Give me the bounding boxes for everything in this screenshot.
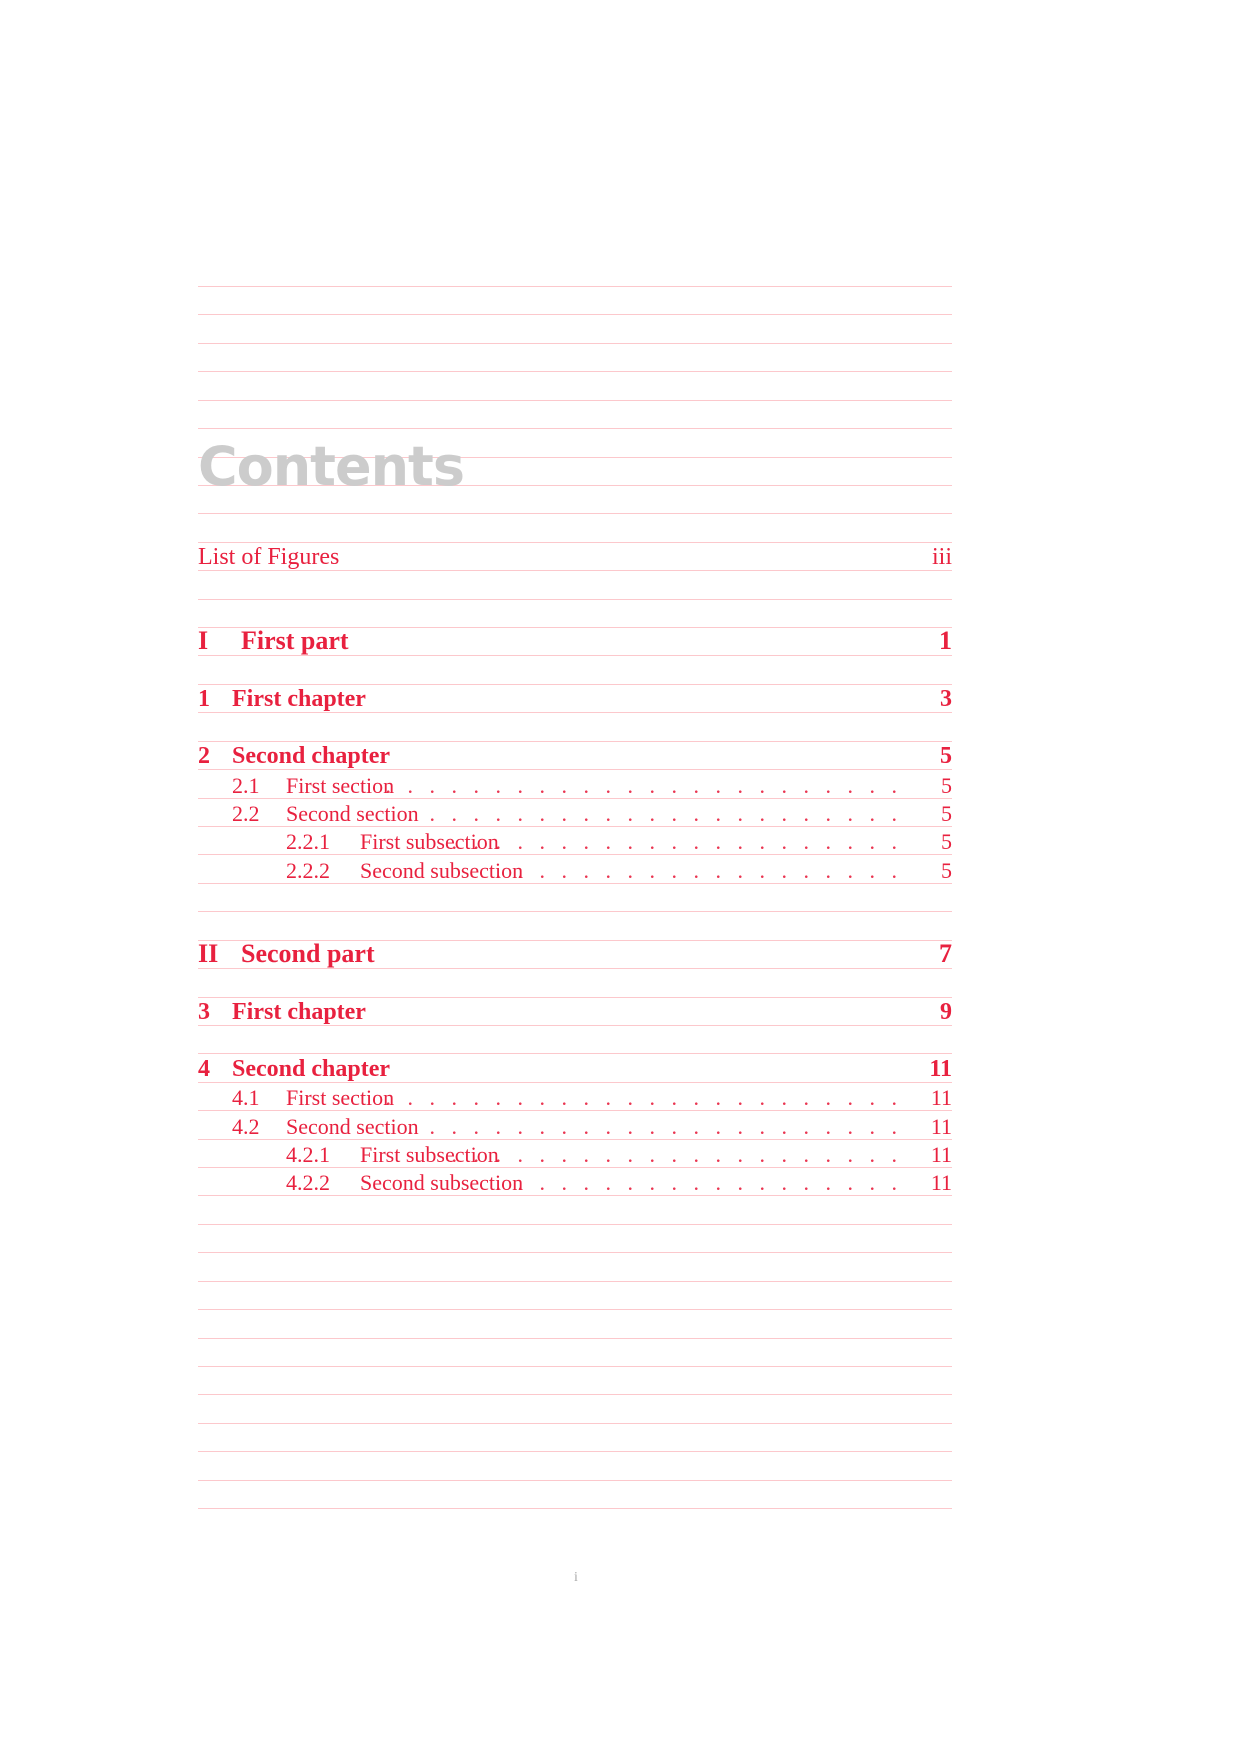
entry-title: First chapter [232,998,366,1025]
rule-line [198,1024,952,1026]
entry-page: 11 [930,1170,952,1196]
page-number: i [574,1570,578,1585]
entry-page: 5 [941,829,952,855]
rule-line [198,1451,952,1453]
entry-number: 2.2.2 [286,857,330,883]
entry-number: 1 [198,686,210,713]
entry-title: Second section [286,800,419,826]
entry-title: List of Figures [198,544,340,571]
rule-line [198,342,952,344]
rule-line [198,570,952,572]
entry-page: 5 [940,743,952,770]
rule-line [198,1223,952,1225]
entry-number: I [198,626,209,656]
rule-line [198,314,952,316]
rule-line [198,1195,952,1197]
toc-entry-section[interactable]: 4.1 First section. . . . . . . . . . . . … [198,1079,952,1109]
entry-number: 4 [198,1055,210,1082]
entry-number: 4.2 [232,1113,260,1139]
rule-line [198,1280,952,1282]
toc-entry-part[interactable]: I First part 1 [198,624,952,654]
rule-line [198,1508,952,1510]
entry-title: Second chapter [232,1055,390,1082]
entry-number: 3 [198,998,210,1025]
entry-title: Second chapter [232,743,390,770]
entry-page: 7 [939,939,952,969]
entry-page: iii [931,544,952,571]
rule-line [198,1422,952,1424]
entry-title: Second part [241,939,375,969]
rule-line [198,1365,952,1367]
rule-line [198,598,952,600]
toc-entry-chapter[interactable]: 3 First chapter 9 [198,994,952,1024]
dot-leader: . . . . . . . . . . . . . . . . . . . . … [407,1113,898,1139]
dot-leader: . . . . . . . . . . . . . . . . . . . . … [451,1142,898,1168]
toc-entry-subsection[interactable]: 2.2.1 First subsection. . . . . . . . . .… [198,823,952,853]
toc-entry-chapter[interactable]: 2 Second chapter 5 [198,738,952,768]
dot-leader: . . . . . . . . . . . . . . . . . . . . … [385,1085,898,1111]
entry-number: 2 [198,743,210,770]
toc-page: Contents List of Figures iii I First part 1 1… [0,0,1240,1754]
toc-entry-chapter[interactable]: 4 Second chapter 11 [198,1051,952,1081]
rule-line [198,1479,952,1481]
rule-line [198,286,952,287]
entry-page: 5 [941,857,952,883]
rule-line [198,712,952,714]
entry-page: 5 [941,772,952,798]
toc-entry-section[interactable]: 2.1 First section. . . . . . . . . . . . … [198,767,952,797]
entry-number: 4.2.1 [286,1142,330,1168]
toc-entry-subsection[interactable]: 2.2.2 Second subsection. . . . . . . . . … [198,852,952,882]
rule-line [198,1252,952,1254]
dot-leader: . . . . . . . . . . . . . . . . . . . [495,857,898,883]
rule-line [198,1337,952,1339]
entry-page: 11 [930,1113,952,1139]
rule-line [198,911,952,913]
entry-title: First chapter [232,686,366,713]
toc-entry-subsection[interactable]: 4.2.2 Second subsection. . . . . . . . . … [198,1164,952,1194]
dot-leader: . . . . . . . . . . . . . . . . . . . . … [451,829,898,855]
entry-page: 11 [929,1055,952,1082]
rule-line [198,655,952,657]
page-title: Contents [198,435,465,498]
entry-number: 2.1 [232,772,260,798]
entry-number: 4.1 [232,1085,260,1111]
entry-page: 9 [940,998,952,1025]
entry-page: 3 [940,686,952,713]
entry-title: First section [286,1085,395,1111]
toc-entry-section[interactable]: 2.2 Second section. . . . . . . . . . . .… [198,795,952,825]
rule-line [198,371,952,373]
entry-number: 2.2 [232,800,260,826]
toc-entry-section[interactable]: 4.2 Second section. . . . . . . . . . . .… [198,1108,952,1138]
dot-leader: . . . . . . . . . . . . . . . . . . . [495,1170,898,1196]
entry-number: 2.2.1 [286,829,330,855]
entry-number: 4.2.2 [286,1170,330,1196]
dot-leader: . . . . . . . . . . . . . . . . . . . . … [385,772,898,798]
toc-entry-front[interactable]: List of Figures iii [198,539,952,569]
rule-line [198,882,952,884]
dot-leader: . . . . . . . . . . . . . . . . . . . . … [407,800,898,826]
rule-line [198,968,952,970]
toc-entry-subsection[interactable]: 4.2.1 First subsection. . . . . . . . . .… [198,1136,952,1166]
rule-line [198,1394,952,1396]
entry-page: 5 [941,800,952,826]
entry-title: Second section [286,1113,419,1139]
entry-page: 1 [939,626,952,656]
rule-line [198,399,952,401]
rule-line [198,428,952,430]
entry-title: First part [241,626,349,656]
entry-number: II [198,939,219,969]
entry-page: 11 [930,1142,952,1168]
rule-line [198,513,952,515]
toc-entry-part[interactable]: II Second part 7 [198,937,952,967]
entry-title: First section [286,772,395,798]
toc-entry-chapter[interactable]: 1 First chapter 3 [198,681,952,711]
rule-line [198,1309,952,1311]
entry-page: 11 [930,1085,952,1111]
